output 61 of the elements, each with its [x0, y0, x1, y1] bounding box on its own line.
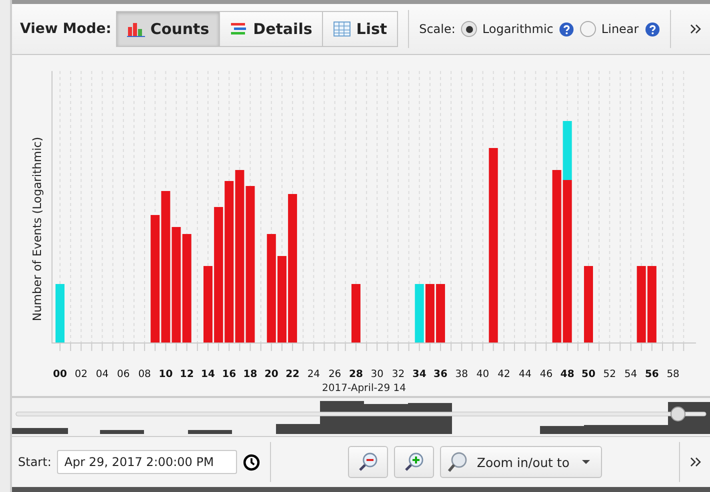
x-tick-label: 30	[370, 369, 384, 380]
x-tick-label: 28	[349, 369, 363, 380]
start-label: Start:	[18, 455, 52, 469]
x-tick-label: 52	[603, 369, 616, 380]
histogram-bar	[436, 284, 446, 343]
x-tick-label: 40	[476, 369, 490, 380]
x-tick-label: 02	[74, 369, 88, 380]
x-tick-label: 42	[498, 369, 510, 380]
x-tick-label: 18	[243, 369, 258, 380]
x-tick-label: 26	[328, 369, 342, 380]
x-tick-label: 56	[644, 369, 659, 380]
zoom-out-icon	[356, 451, 379, 473]
x-tick-label: 24	[307, 369, 320, 380]
x-tick-label: 12	[180, 369, 194, 380]
x-tick-label: 50	[582, 369, 596, 380]
x-tick-label: 00	[53, 369, 67, 380]
x-tick-label: 22	[286, 369, 300, 380]
caret-icon	[581, 459, 592, 465]
x-tick-label: 08	[138, 369, 151, 380]
view-mode-label: View Mode:	[20, 21, 112, 37]
x-tick-label: 20	[264, 369, 278, 380]
x-tick-label: 16	[222, 369, 236, 380]
x-tick-label: 34	[412, 369, 426, 380]
histogram-bar	[351, 284, 360, 343]
x-tick-label: 44	[518, 369, 532, 380]
table-icon	[333, 21, 352, 37]
scale-radio[interactable]: Linear	[580, 21, 639, 37]
help-icon[interactable]	[644, 22, 660, 36]
x-tick-label: 14	[201, 369, 215, 380]
start-time-field[interactable]: Apr 29, 2017 2:00:00 PM	[57, 450, 238, 474]
overflow-chevron-icon[interactable]	[690, 24, 702, 34]
help-icon[interactable]	[559, 22, 574, 36]
x-axis-label: 2017-April-29 14	[322, 383, 406, 394]
x-tick-label: 54	[624, 369, 638, 380]
colored-lines-icon	[230, 21, 248, 37]
scale-label: Scale:	[419, 22, 456, 36]
x-tick-label: 58	[666, 369, 680, 380]
x-tick-label: 32	[392, 369, 405, 380]
x-tick-label: 38	[455, 369, 468, 380]
view-mode-button[interactable]: Counts	[116, 11, 220, 47]
bar-chart-icon	[127, 21, 146, 37]
histogram-bar	[56, 284, 64, 343]
zoom-to-dropdown[interactable]: Zoom in/out to	[440, 446, 602, 478]
magnifier-icon	[446, 451, 469, 473]
scale-radio[interactable]: Logarithmic	[461, 21, 554, 37]
view-mode-button[interactable]: Details	[219, 11, 324, 47]
histogram-bar	[425, 284, 434, 343]
x-tick-label: 46	[540, 369, 553, 380]
clock-icon[interactable]	[243, 454, 260, 470]
zoom-out-button[interactable]	[348, 446, 388, 478]
zoom-in-icon	[402, 451, 425, 473]
view-mode-button[interactable]: List	[322, 11, 398, 47]
x-tick-label: 04	[96, 369, 109, 380]
x-tick-label: 36	[434, 369, 448, 380]
y-axis-label: Number of Events (Logarithmic)	[30, 136, 44, 322]
x-tick-label: 06	[117, 369, 130, 380]
x-tick-label: 48	[560, 369, 574, 380]
histogram-bar	[414, 284, 424, 343]
x-tick-label: 10	[158, 369, 173, 380]
zoom-in-button[interactable]	[394, 446, 434, 478]
overflow-chevron-icon[interactable]	[690, 457, 702, 467]
